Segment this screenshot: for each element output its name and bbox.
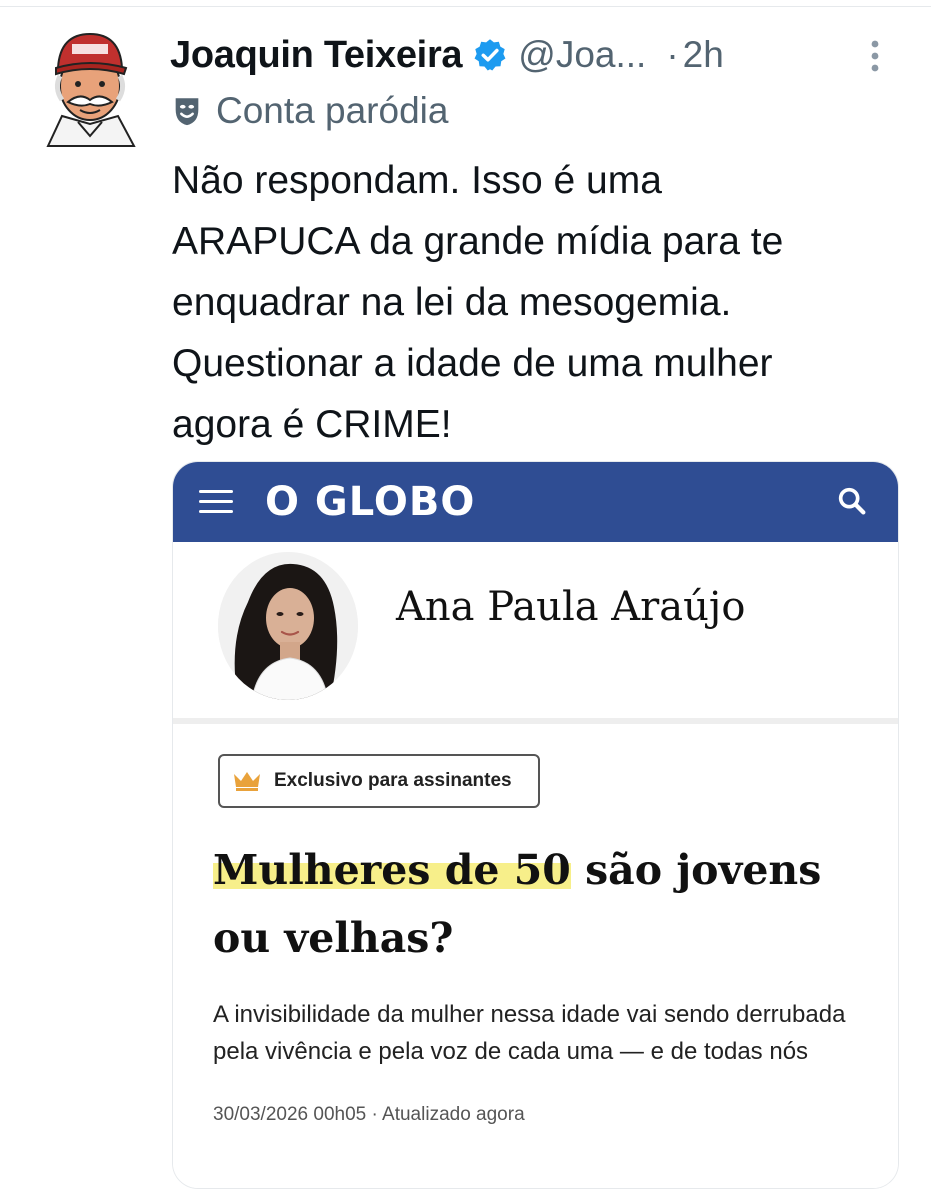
tweet-time[interactable]: 2h <box>683 34 724 76</box>
headline-highlight: Mulheres de 50 <box>213 846 571 894</box>
article-preview: Exclusivo para assinantes Mulheres de 50… <box>173 724 898 1188</box>
tweet-text: Não respondam. Isso é uma ARAPUCA da gra… <box>172 159 784 446</box>
verified-badge-icon <box>472 37 508 73</box>
globo-header-bar: O GLOBO <box>173 462 898 542</box>
tweet[interactable]: Joaquin Teixeira @Joa... · 2h Conta paró… <box>0 0 931 1200</box>
hamburger-menu-icon <box>199 484 233 518</box>
separator-dot: · <box>666 34 679 75</box>
article-summary: A invisibilidade da mulher nessa idade v… <box>213 1001 846 1065</box>
search-icon <box>835 484 869 518</box>
author-handle[interactable]: @Joa... <box>518 34 646 76</box>
tweet-header: Joaquin Teixeira @Joa... · 2h <box>170 30 890 80</box>
site-logo: O GLOBO <box>265 479 476 525</box>
columnist-name: Ana Paula Araújo <box>396 584 746 630</box>
article-date: 30/03/2026 00h05 · Atualizado agora <box>213 1104 525 1125</box>
subscriber-badge-text: Exclusivo para assinantes <box>274 770 512 791</box>
parody-mask-icon <box>170 94 204 128</box>
tweet-media-card[interactable]: O GLOBO Ana Paula Araújo Exclusivo para … <box>172 461 899 1189</box>
article-headline: Mulheres de 50 são jovens ou velhas? <box>213 836 873 972</box>
subscriber-badge: Exclusivo para assinantes <box>218 754 540 808</box>
avatar[interactable] <box>40 28 140 148</box>
parody-label-text: Conta paródia <box>216 90 449 131</box>
columnist-photo <box>218 552 358 700</box>
more-options-icon[interactable] <box>860 36 890 76</box>
parody-label: Conta paródia <box>170 88 448 134</box>
crown-icon <box>232 770 262 792</box>
author-display-name[interactable]: Joaquin Teixeira <box>170 34 463 77</box>
columnist-block: Ana Paula Araújo <box>173 542 898 724</box>
